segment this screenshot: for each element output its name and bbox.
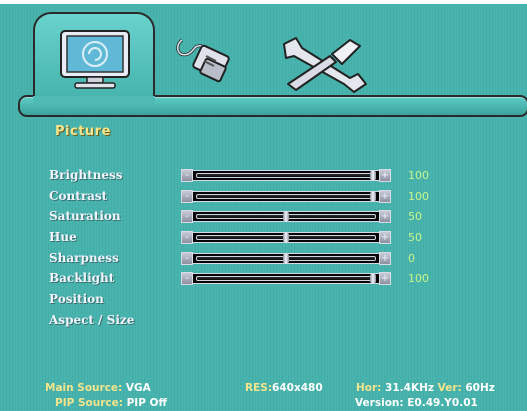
slider-track [193,232,379,243]
contrast-slider[interactable]: - + [181,190,391,203]
main-source-value: VGA [125,382,151,394]
slider-knob[interactable] [370,170,376,181]
slider-minus[interactable]: - [181,210,193,223]
status-frequency: Hor: 31.4KHz Ver: 60Hz [356,382,495,394]
plug-icon [176,38,230,83]
sharpness-value: 0 [408,252,415,265]
ver-value: 60Hz [465,382,495,394]
pip-source-value: PIP Off [126,397,167,409]
hue-value: 50 [408,231,422,244]
contrast-value: 100 [408,190,429,203]
hor-value: 31.4KHz [385,382,434,394]
slider-plus[interactable]: + [379,210,391,223]
slider-track [193,170,379,181]
slider-plus[interactable]: + [379,231,391,244]
saturation-value: 50 [408,210,422,223]
slider-knob[interactable] [283,253,289,264]
res-value: 640x480 [272,382,323,394]
tools-icon [283,37,367,93]
version-value: Version: E0.49.Y0.01 [355,397,478,409]
tab-tools[interactable] [270,12,370,98]
brightness-slider[interactable]: - + [181,169,391,182]
menu-item-brightness[interactable]: Brightness [49,168,123,182]
brightness-value: 100 [408,169,429,182]
tab-connection[interactable] [172,12,242,98]
status-main-source: Main Source: VGA [45,382,151,394]
slider-plus[interactable]: + [379,169,391,182]
slider-track [193,273,379,284]
slider-knob[interactable] [283,232,289,243]
backlight-slider[interactable]: - + [181,272,391,285]
hue-slider[interactable]: - + [181,231,391,244]
slider-plus[interactable]: + [379,272,391,285]
menu-item-backlight[interactable]: Backlight [49,271,114,285]
menu-item-sharpness[interactable]: Sharpness [49,251,119,265]
top-edge [0,0,527,4]
slider-plus[interactable]: + [379,252,391,265]
slider-track [193,253,379,264]
slider-minus[interactable]: - [181,231,193,244]
section-title: Picture [55,124,111,139]
pip-source-label: PIP Source: [55,397,123,409]
backlight-value: 100 [408,272,429,285]
slider-minus[interactable]: - [181,252,193,265]
main-source-label: Main Source: [45,382,123,394]
slider-fill [196,194,376,199]
status-resolution: RES:640x480 [245,382,323,394]
slider-knob[interactable] [283,211,289,222]
menu-item-position[interactable]: Position [49,292,104,306]
slider-minus[interactable]: - [181,169,193,182]
sharpness-slider[interactable]: - + [181,252,391,265]
monitor-icon [60,30,130,89]
status-pip-source: PIP Source: PIP Off [55,397,167,409]
tab-picture[interactable] [33,12,155,106]
menu-item-contrast[interactable]: Contrast [49,189,107,203]
slider-minus[interactable]: - [181,190,193,203]
status-version: Version: E0.49.Y0.01 [355,397,478,409]
slider-fill [196,173,376,178]
slider-minus[interactable]: - [181,272,193,285]
menu-item-hue[interactable]: Hue [49,230,77,244]
ver-label: Ver: [437,382,462,394]
osd-menu: Picture Brightness Contrast Saturation H… [0,0,527,411]
slider-track [193,211,379,222]
hor-label: Hor: [356,382,382,394]
slider-plus[interactable]: + [379,190,391,203]
res-label: RES: [245,382,273,394]
slider-fill [196,276,376,281]
menu-item-aspect-size[interactable]: Aspect / Size [49,313,134,327]
slider-knob[interactable] [370,191,376,202]
slider-track [193,191,379,202]
slider-knob[interactable] [370,273,376,284]
menu-item-saturation[interactable]: Saturation [49,209,121,223]
saturation-slider[interactable]: - + [181,210,391,223]
